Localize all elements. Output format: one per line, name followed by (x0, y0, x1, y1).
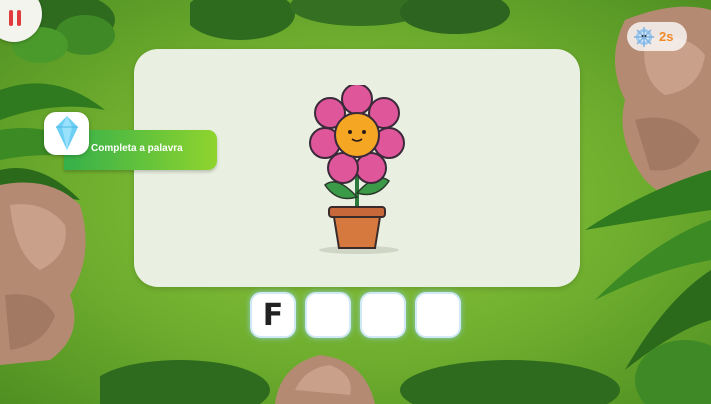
pause-icon (9, 10, 13, 26)
instruction-gem-badge (44, 112, 89, 155)
timer-badge: 2s (627, 22, 687, 51)
crystal-gem-icon (56, 116, 78, 150)
flower-in-pot-image (309, 85, 405, 254)
snowflake-character-icon (634, 26, 654, 47)
letter-slot-1[interactable]: F (252, 294, 294, 336)
letter-slot-4[interactable] (417, 294, 459, 336)
rock-bottom (275, 355, 375, 404)
rock-left (0, 182, 86, 365)
timer-text: 2s (659, 29, 674, 44)
letter-slot-2[interactable] (307, 294, 349, 336)
foliage-top-center (190, 0, 510, 40)
letter-slot-3[interactable] (362, 294, 404, 336)
instruction-text: Completa a palavra (91, 143, 183, 154)
answer-slots: F (252, 294, 459, 336)
